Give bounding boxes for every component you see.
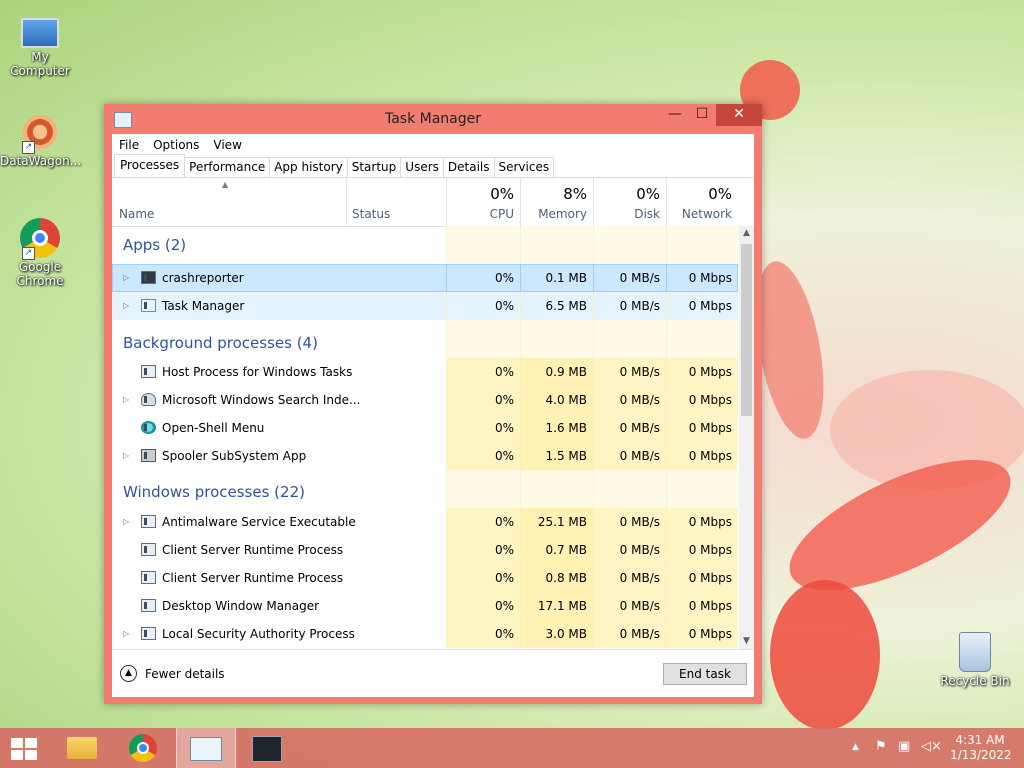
scroll-thumb[interactable]: [741, 244, 752, 416]
end-task-button[interactable]: End task: [663, 663, 747, 685]
task-manager-icon: [141, 299, 156, 312]
process-row[interactable]: Desktop Window Manager 0% 17.1 MB 0 MB/s…: [112, 592, 738, 620]
shortcut-arrow-icon: ↗: [22, 247, 35, 260]
taskbar-file-explorer[interactable]: [54, 728, 110, 768]
folder-icon: [67, 737, 97, 759]
menu-bar: File Options View: [112, 134, 754, 155]
task-manager-icon: [190, 737, 222, 761]
datawagon-icon: ↗: [20, 112, 60, 154]
process-row[interactable]: Client Server Runtime Process 0% 0.8 MB …: [112, 564, 738, 592]
process-icon: [141, 543, 156, 556]
taskbar-task-manager[interactable]: [176, 728, 236, 768]
expand-chevron-icon[interactable]: ▷: [123, 620, 129, 648]
process-row[interactable]: Host Process for Windows Tasks 0% 0.9 MB…: [112, 358, 738, 386]
group-header-apps: Apps (2): [112, 226, 738, 264]
taskbar: ▲ ⚑ ▣ ◁× 4:31 AM 1/13/2022: [0, 728, 1024, 768]
volume-muted-icon[interactable]: ◁×: [921, 739, 942, 754]
tab-startup[interactable]: Startup: [346, 157, 402, 177]
desktop-icon-my-computer[interactable]: My Computer: [0, 10, 80, 78]
window-client: File Options View Processes Performance …: [112, 134, 754, 697]
process-row-task-manager[interactable]: ▷ Task Manager 0% 6.5 MB 0 MB/s 0 Mbps: [112, 292, 738, 320]
desktop-icon-label: My Computer: [10, 50, 70, 78]
tab-performance[interactable]: Performance: [184, 157, 271, 177]
close-button[interactable]: ✕: [716, 104, 762, 126]
desktop-icon-label: DataWagon...: [0, 154, 82, 168]
process-icon: [141, 627, 156, 640]
process-row[interactable]: ▷ Local Security Authority Process 0% 3.…: [112, 620, 738, 648]
tab-users[interactable]: Users: [400, 157, 444, 177]
chrome-icon: ↗: [20, 218, 60, 260]
search-indexer-icon: [141, 393, 156, 406]
tab-processes[interactable]: Processes: [114, 154, 186, 177]
clock-time: 4:31 AM: [955, 733, 1005, 747]
column-header: ▲ Name Status 0% CPU 8% Memory 0% Disk 0% Ne…: [112, 178, 754, 227]
printer-icon: [141, 449, 156, 462]
scroll-down-icon[interactable]: ▼: [739, 634, 754, 649]
column-disk[interactable]: 0% Disk: [593, 178, 666, 226]
expand-chevron-icon[interactable]: ▷: [123, 292, 129, 320]
process-row[interactable]: ▷ Microsoft Windows Search Inde... 0% 4.…: [112, 386, 738, 414]
column-memory[interactable]: 8% Memory: [520, 178, 593, 226]
open-shell-icon: [141, 421, 156, 434]
chrome-icon: [129, 734, 157, 762]
vertical-scrollbar[interactable]: ▲ ▼: [739, 226, 754, 649]
process-icon: [141, 515, 156, 528]
crashreporter-icon: [141, 271, 156, 284]
tab-services[interactable]: Services: [493, 157, 555, 177]
process-row[interactable]: ▷ Antimalware Service Executable 0% 25.1…: [112, 508, 738, 536]
system-clock[interactable]: 4:31 AM 1/13/2022: [950, 733, 1012, 763]
show-hidden-icons-icon[interactable]: ▲: [852, 742, 859, 752]
action-center-flag-icon[interactable]: ⚑: [875, 739, 887, 754]
process-icon: [141, 365, 156, 378]
menu-file[interactable]: File: [112, 138, 146, 152]
title-bar[interactable]: Task Manager — ☐ ✕: [104, 104, 762, 134]
tab-strip: Processes Performance App history Startu…: [112, 154, 754, 178]
process-icon: [141, 571, 156, 584]
network-icon[interactable]: ▣: [898, 739, 910, 754]
menu-options[interactable]: Options: [146, 138, 206, 152]
column-name[interactable]: Name: [112, 178, 346, 226]
process-row-crashreporter[interactable]: ▷ crashreporter 0% 0.1 MB 0 MB/s 0 Mbps: [112, 264, 738, 292]
desktop-icon-datawagon[interactable]: ↗ DataWagon...: [0, 112, 82, 168]
fewer-details-label: Fewer details: [145, 666, 225, 681]
fewer-details-button[interactable]: ▲ Fewer details: [120, 665, 225, 682]
menu-view[interactable]: View: [206, 138, 248, 152]
recycle-bin-icon: [959, 632, 991, 672]
clock-date: 1/13/2022: [950, 748, 1012, 762]
process-icon: [141, 599, 156, 612]
desktop-icon-label: Google Chrome: [16, 260, 64, 288]
crashreporter-icon: [252, 736, 282, 762]
expand-chevron-icon[interactable]: ▷: [123, 442, 129, 470]
chevron-up-icon: ▲: [120, 665, 137, 682]
computer-icon: [21, 18, 59, 48]
desktop-icon-google-chrome[interactable]: ↗ Google Chrome: [0, 218, 80, 288]
expand-chevron-icon[interactable]: ▷: [123, 264, 129, 292]
taskbar-chrome[interactable]: [115, 728, 171, 768]
tab-app-history[interactable]: App history: [269, 157, 348, 177]
process-row[interactable]: Open-Shell Menu 0% 1.6 MB 0 MB/s 0 Mbps: [112, 414, 738, 442]
windows-logo-icon: [11, 738, 37, 760]
process-row[interactable]: Client Server Runtime Process 0% 0.7 MB …: [112, 536, 738, 564]
shortcut-arrow-icon: ↗: [22, 141, 35, 154]
process-row[interactable]: ▷ Spooler SubSystem App 0% 1.5 MB 0 MB/s…: [112, 442, 738, 470]
taskbar-crashreporter[interactable]: [239, 728, 295, 768]
footer-bar: ▲ Fewer details End task: [112, 649, 754, 697]
wallpaper-petal: [770, 580, 880, 730]
expand-chevron-icon[interactable]: ▷: [123, 386, 129, 414]
minimize-button[interactable]: —: [660, 104, 690, 126]
desktop-icon-recycle-bin[interactable]: Recycle Bin: [935, 632, 1015, 688]
column-status[interactable]: Status: [346, 178, 446, 226]
tab-details[interactable]: Details: [442, 157, 495, 177]
column-cpu[interactable]: 0% CPU: [446, 178, 520, 226]
maximize-button[interactable]: ☐: [687, 104, 717, 126]
group-header-background: Background processes (4): [112, 320, 738, 358]
task-manager-window: Task Manager — ☐ ✕ File Options View Pro…: [104, 104, 762, 704]
expand-chevron-icon[interactable]: ▷: [123, 508, 129, 536]
scroll-up-icon[interactable]: ▲: [739, 226, 754, 241]
desktop-icon-label: Recycle Bin: [940, 674, 1010, 688]
column-network[interactable]: 0% Network: [666, 178, 738, 226]
start-button[interactable]: [0, 728, 56, 768]
process-list: Apps (2) ▷ crashreporter 0% 0.1 MB 0 MB/…: [112, 226, 738, 649]
group-header-windows: Windows processes (22): [112, 470, 738, 508]
